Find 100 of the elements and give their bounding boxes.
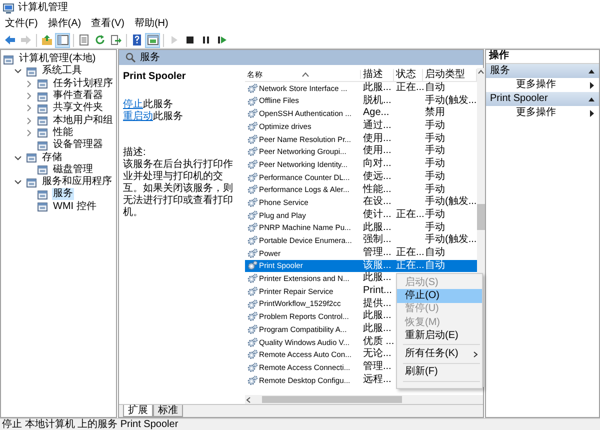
column-header[interactable]: 描述 — [363, 68, 383, 80]
menu-item[interactable]: 帮助(H) — [129, 18, 174, 30]
collapse-icon[interactable] — [588, 68, 595, 74]
menu-item[interactable]: 文件(F) — [0, 18, 43, 30]
node-icon — [37, 201, 48, 212]
tree-item[interactable]: 本地用户和组 — [52, 114, 114, 127]
tree-item[interactable]: 事件查看器 — [52, 90, 104, 102]
table-cell: 此服... — [363, 323, 392, 334]
column-header[interactable]: 状态 — [396, 68, 416, 80]
node-icon — [37, 78, 48, 90]
table-cell: 正在... — [396, 260, 424, 271]
node-icon — [37, 102, 48, 114]
node-icon — [37, 188, 48, 200]
node-icon — [3, 54, 14, 65]
table-cell: 手动(触发... — [425, 234, 477, 246]
action-text: 重启动此服务 — [123, 111, 184, 123]
tree-item[interactable]: 系统工具 — [41, 65, 83, 78]
table-cell: 手动 — [425, 184, 445, 194]
section-header[interactable]: 服务 — [486, 64, 599, 78]
menu-item[interactable]: 停止(O) — [397, 289, 482, 303]
gear-icon — [247, 374, 258, 386]
gear-icon — [247, 210, 258, 221]
table-cell: 正在... — [396, 82, 424, 93]
show-tree-icon — [56, 34, 68, 46]
action-item[interactable]: 更多操作 — [486, 106, 599, 120]
table-cell: 在设... — [363, 196, 392, 208]
node-icon — [37, 140, 48, 151]
collapse-icon[interactable] — [588, 96, 595, 102]
action-link[interactable]: 重启动 — [123, 111, 153, 122]
scrollbar-thumb[interactable] — [262, 396, 402, 403]
table-cell: 自动 — [425, 246, 445, 258]
help-icon — [130, 34, 142, 46]
action-link[interactable]: 停止 — [123, 99, 143, 110]
scroll-left-icon[interactable] — [245, 396, 253, 404]
table-cell: 使用... — [363, 145, 392, 156]
table-cell: 正在... — [396, 208, 424, 220]
table-cell: 强制... — [363, 234, 392, 246]
table-cell: 手动(触发... — [425, 94, 477, 106]
tree-item[interactable]: 性能 — [52, 126, 74, 139]
action-pane-button[interactable] — [145, 32, 160, 48]
tree-item[interactable]: 服务和应用程序 — [41, 176, 113, 188]
chevron-icon[interactable] — [14, 178, 22, 186]
gear-icon — [247, 82, 258, 94]
table-cell: 手动 — [425, 222, 445, 233]
tree-item[interactable]: 服务 — [52, 188, 74, 200]
table-cell: 使用... — [363, 132, 392, 144]
node-icon — [26, 176, 37, 188]
menu-item[interactable]: 查看(V) — [86, 18, 130, 30]
section-header[interactable]: Print Spooler — [486, 92, 599, 106]
back-icon — [4, 34, 16, 46]
menu-item[interactable]: 操作(A) — [42, 18, 86, 30]
table-cell: 手动 — [425, 170, 445, 182]
gear-icon — [247, 349, 258, 360]
table-cell: 无论... — [363, 348, 392, 360]
table-cell: 禁用 — [425, 107, 445, 118]
scroll-up-icon[interactable] — [477, 68, 485, 76]
chevron-icon[interactable] — [14, 67, 22, 76]
table-cell: 使远... — [363, 170, 392, 182]
properties-icon — [78, 34, 90, 46]
chevron-icon[interactable] — [14, 154, 22, 162]
table-cell: 脱机... — [363, 94, 392, 106]
show-tree-button[interactable] — [55, 32, 70, 48]
status-text: 停止 本地计算机 上的服务 Print Spooler — [0, 418, 600, 430]
app-icon — [3, 2, 14, 14]
service-title: Print Spooler — [123, 71, 187, 83]
gear-icon — [247, 197, 258, 208]
tree-item[interactable]: 磁盘管理 — [52, 164, 94, 176]
table-cell: 通过... — [363, 120, 392, 132]
table-cell: 此服... — [363, 272, 392, 284]
column-header[interactable]: 启动类型 — [425, 68, 465, 80]
horizontal-scrollbar[interactable] — [245, 395, 483, 404]
table-cell: 手动 — [425, 158, 445, 170]
gear-icon — [247, 108, 258, 120]
table-cell: 手动(触发... — [425, 196, 477, 208]
table-cell: 手动 — [425, 208, 445, 220]
node-icon — [37, 127, 48, 138]
export-icon — [110, 34, 122, 46]
view-tab[interactable]: 标准 — [153, 405, 183, 417]
tree-item[interactable]: WMI 控件 — [52, 200, 98, 213]
node-icon — [37, 90, 48, 102]
table-cell: 远程... — [363, 374, 392, 385]
node-icon — [26, 152, 37, 164]
action-text: 停止此服务 — [123, 99, 174, 110]
tree-item[interactable]: 计算机管理(本地) — [18, 53, 97, 66]
tree-item[interactable]: 存储 — [41, 152, 63, 164]
table-cell: 向对... — [363, 158, 392, 170]
gear-icon — [247, 248, 258, 259]
scrollbar-thumb[interactable] — [477, 204, 485, 230]
table-cell: 优质 ... — [363, 336, 394, 347]
action-item[interactable]: 更多操作 — [486, 78, 599, 92]
tree-item[interactable]: 共享文件夹 — [52, 102, 104, 114]
export-button[interactable] — [108, 32, 123, 48]
table-cell: 此服... — [363, 82, 392, 93]
table-cell: 管理... — [363, 246, 392, 258]
tree-item[interactable]: 任务计划程序 — [52, 78, 114, 90]
view-tab[interactable]: 扩展 — [123, 405, 153, 417]
table-cell: 性能... — [363, 184, 392, 194]
gear-icon — [247, 146, 258, 158]
tree-item[interactable]: 设备管理器 — [52, 139, 104, 152]
up-level-button[interactable] — [39, 32, 54, 48]
